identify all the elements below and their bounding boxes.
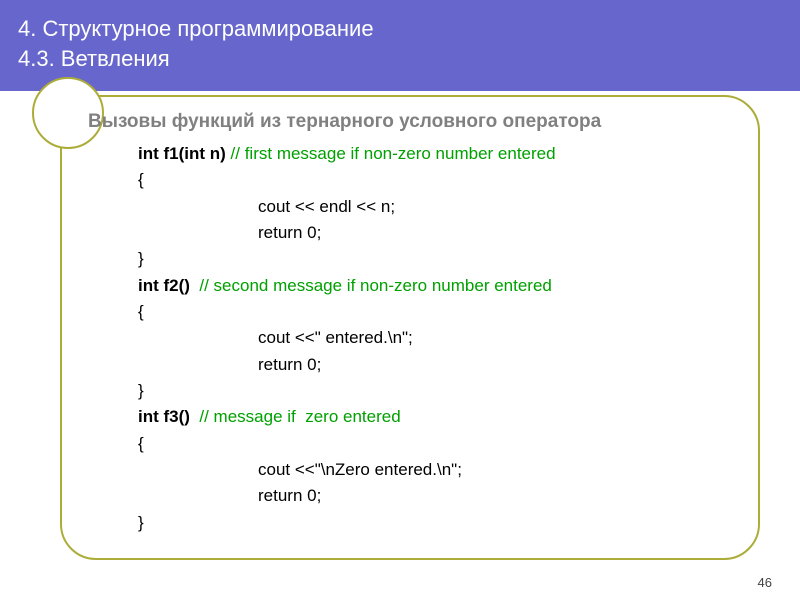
func-signature: int f3() [138, 407, 190, 426]
code-comment: // first message if non-zero number ente… [226, 144, 556, 163]
code-comment: // message if zero entered [190, 407, 401, 426]
code-line: int f3() // message if zero entered [138, 404, 740, 430]
code-line: cout <<" entered.\n"; [138, 325, 740, 351]
code-line: return 0; [138, 352, 740, 378]
code-line: return 0; [138, 483, 740, 509]
slide-subtitle: 4.3. Ветвления [18, 44, 782, 74]
code-line: } [138, 378, 740, 404]
content-area: Вызовы функций из тернарного условного о… [60, 95, 760, 560]
code-line: { [138, 299, 740, 325]
slide-body: Вызовы функций из тернарного условного о… [88, 111, 740, 536]
code-line: cout <<"\nZero entered.\n"; [138, 457, 740, 483]
code-line: int f2() // second message if non-zero n… [138, 273, 740, 299]
code-line: return 0; [138, 220, 740, 246]
code-line: } [138, 246, 740, 272]
code-line: int f1(int n) // first message if non-ze… [138, 141, 740, 167]
func-signature: int f2() [138, 276, 190, 295]
slide-title: 4. Структурное программирование [18, 14, 782, 44]
func-signature: int f1(int n) [138, 144, 226, 163]
code-line: cout << endl << n; [138, 194, 740, 220]
code-line: } [138, 510, 740, 536]
page-number: 46 [758, 575, 772, 590]
slide-header: 4. Структурное программирование 4.3. Вет… [0, 0, 800, 91]
code-line: { [138, 167, 740, 193]
code-line: { [138, 431, 740, 457]
code-comment: // second message if non-zero number ent… [190, 276, 552, 295]
content-subheading: Вызовы функций из тернарного условного о… [88, 111, 740, 133]
code-block: int f1(int n) // first message if non-ze… [88, 141, 740, 536]
